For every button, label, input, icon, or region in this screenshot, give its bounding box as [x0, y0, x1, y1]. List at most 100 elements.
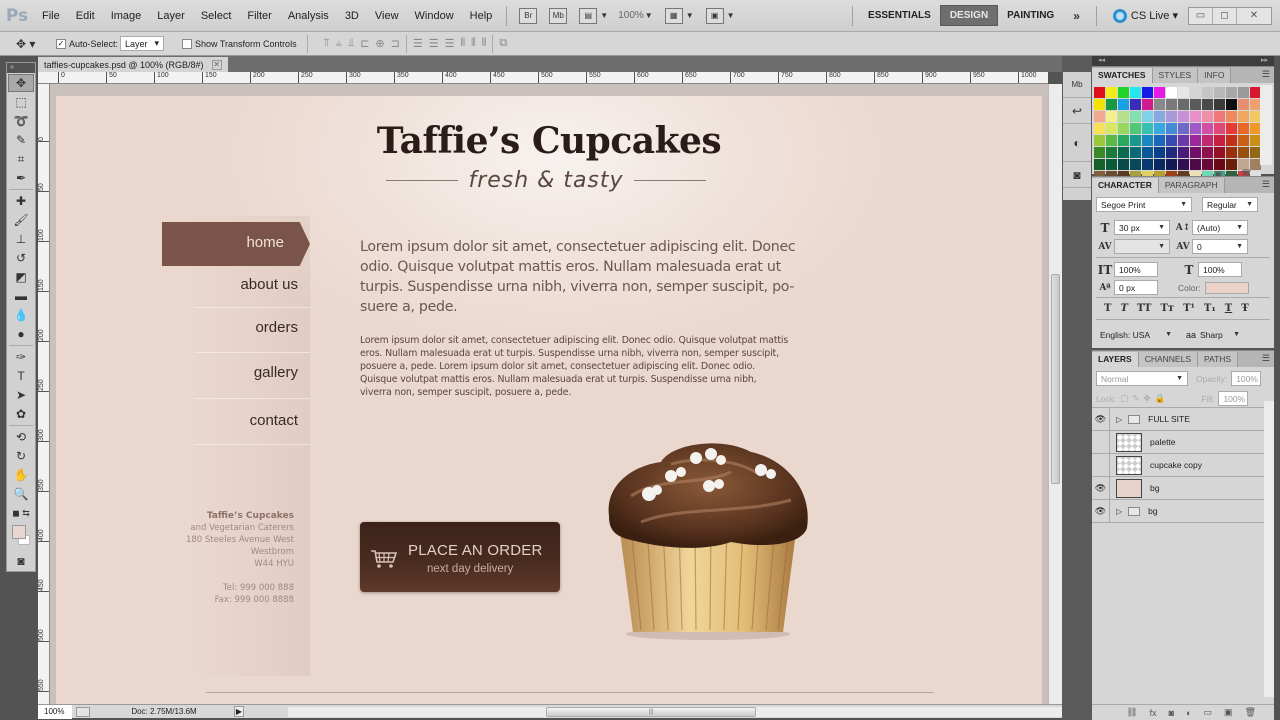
strikethrough-button[interactable]: Ŧ	[1241, 303, 1248, 314]
vertical-scroll-thumb[interactable]	[1051, 274, 1060, 484]
leading-input[interactable]: (Auto) ▼	[1192, 220, 1248, 235]
color-swatch[interactable]	[1130, 135, 1141, 146]
workspace-painting[interactable]: PAINTING	[998, 6, 1063, 25]
color-swatch[interactable]	[1142, 87, 1153, 98]
font-family-select[interactable]: Segoe Print ▼	[1096, 197, 1192, 212]
lock-transparent-icon[interactable]: ▢	[1120, 393, 1128, 404]
tools-panel-collapse[interactable]: »	[7, 63, 35, 73]
tab-layers[interactable]: LAYERS	[1092, 352, 1139, 367]
arrange-documents-button[interactable]: ▦	[664, 7, 683, 24]
panel-menu-icon[interactable]: ☰	[1262, 179, 1270, 190]
color-swatch[interactable]	[1118, 87, 1129, 98]
color-swatch[interactable]	[1238, 147, 1249, 158]
history-brush-tool-icon[interactable]: ↺	[8, 249, 34, 267]
font-size-input[interactable]: 30 px ▼	[1114, 220, 1170, 235]
3d-orbit-tool-icon[interactable]: ↻	[8, 447, 34, 465]
opacity-input[interactable]: 100%	[1231, 371, 1262, 386]
tab-paths[interactable]: PATHS	[1198, 352, 1239, 367]
panel-menu-icon[interactable]: ☰	[1262, 69, 1270, 80]
move-tool-preset-icon[interactable]: ✥ ▾	[16, 37, 48, 51]
distribute-hcenter-icon[interactable]: ⫴	[471, 37, 476, 50]
document-tab[interactable]: taffies-cupcakes.psd @ 100% (RGB/8#) ✕	[38, 57, 228, 72]
color-swatch[interactable]	[1094, 87, 1105, 98]
color-swatch[interactable]	[1106, 147, 1117, 158]
tab-channels[interactable]: CHANNELS	[1138, 352, 1198, 367]
color-swatch[interactable]	[1166, 111, 1177, 122]
color-swatch[interactable]	[1142, 135, 1153, 146]
color-swatch[interactable]	[1190, 87, 1201, 98]
color-swatch[interactable]	[1142, 99, 1153, 110]
add-mask-icon[interactable]: ◙	[1169, 708, 1174, 718]
chevron-down-icon[interactable]: ▼	[686, 11, 694, 20]
baseline-shift-input[interactable]: 0 px	[1114, 280, 1158, 295]
history-panel-icon[interactable]: ↩	[1063, 98, 1091, 124]
gradient-tool-icon[interactable]: ▬	[8, 287, 34, 305]
expand-group-icon[interactable]: ▷	[1116, 507, 1122, 516]
shape-tool-icon[interactable]: ✿	[8, 405, 34, 423]
workspace-design[interactable]: DESIGN	[939, 5, 999, 26]
color-swatch[interactable]	[1226, 123, 1237, 134]
color-swatch[interactable]	[1226, 99, 1237, 110]
faux-bold-button[interactable]: T	[1104, 303, 1111, 314]
color-swatch[interactable]	[1106, 87, 1117, 98]
quick-selection-tool-icon[interactable]: ✎	[8, 131, 34, 149]
color-swatch[interactable]	[1178, 123, 1189, 134]
menu-3d[interactable]: 3D	[337, 10, 367, 22]
color-swatch[interactable]	[1214, 99, 1225, 110]
lock-position-icon[interactable]: ✥	[1143, 393, 1150, 404]
view-extras-button[interactable]: ▤	[579, 7, 598, 24]
color-swatch[interactable]	[1130, 87, 1141, 98]
color-swatch[interactable]	[1154, 135, 1165, 146]
type-tool-icon[interactable]: T	[8, 367, 34, 385]
layers-scrollbar[interactable]	[1264, 401, 1274, 697]
close-icon[interactable]: ✕	[211, 59, 222, 70]
color-swatch[interactable]	[1130, 111, 1141, 122]
place-order-button[interactable]: PLACE AN ORDER next day delivery	[360, 522, 560, 592]
color-swatch[interactable]	[1202, 99, 1213, 110]
color-swatch[interactable]	[1142, 111, 1153, 122]
horizontal-ruler[interactable]: 0 50 100 150 200 250 300 350 400 450 500 550 600 650 7…	[38, 72, 1048, 84]
document-info-icon[interactable]	[76, 706, 90, 717]
cs-live-button[interactable]: CS Live ▾	[1103, 8, 1188, 23]
lock-pixels-icon[interactable]: ✎	[1132, 393, 1139, 404]
color-swatch[interactable]	[1190, 135, 1201, 146]
color-swatch[interactable]	[1178, 99, 1189, 110]
menu-image[interactable]: Image	[103, 10, 150, 22]
layer-row[interactable]: cupcake copy	[1092, 454, 1264, 477]
color-swatch[interactable]	[1142, 123, 1153, 134]
chevron-down-icon[interactable]: ▼	[727, 11, 735, 20]
align-bottom-icon[interactable]: ⫫	[348, 37, 354, 50]
eyedropper-tool-icon[interactable]: ✒	[8, 169, 34, 187]
minimize-button[interactable]: ▭	[1189, 7, 1213, 24]
horizontal-scale-input[interactable]: 100%	[1198, 262, 1242, 277]
fill-input[interactable]: 100%	[1218, 391, 1249, 406]
auto-align-layers-icon[interactable]: ⧉	[499, 37, 507, 50]
text-color-swatch[interactable]	[1204, 281, 1249, 294]
color-swatch[interactable]	[1106, 135, 1117, 146]
language-select[interactable]: English: USA ▼	[1096, 327, 1176, 342]
tab-paragraph[interactable]: PARAGRAPH	[1158, 178, 1225, 193]
layer-row[interactable]: 👁 ▷ FULL SITE	[1092, 408, 1264, 431]
color-swatch[interactable]	[1154, 99, 1165, 110]
crop-tool-icon[interactable]: ⌗	[8, 150, 34, 168]
color-swatch[interactable]	[1118, 99, 1129, 110]
eye-icon[interactable]: 👁	[1092, 477, 1110, 499]
menu-help[interactable]: Help	[462, 10, 501, 22]
color-swatch[interactable]	[1214, 87, 1225, 98]
color-swatch[interactable]	[1154, 147, 1165, 158]
color-swatch[interactable]	[1202, 111, 1213, 122]
kerning-input[interactable]: ▼	[1114, 239, 1170, 254]
color-swatch[interactable]	[1178, 111, 1189, 122]
color-swatch[interactable]	[1118, 135, 1129, 146]
tab-info[interactable]: INFO	[1198, 68, 1232, 83]
font-style-select[interactable]: Regular ▼	[1202, 197, 1258, 212]
auto-select-checkbox[interactable]: ✓ Auto-Select:	[56, 38, 118, 49]
mini-bridge-button[interactable]: Mb	[549, 7, 568, 24]
expand-group-icon[interactable]: ▷	[1116, 415, 1122, 424]
color-swatch[interactable]	[1142, 147, 1153, 158]
color-swatch[interactable]	[1130, 147, 1141, 158]
panel-menu-icon[interactable]: ☰	[1262, 353, 1270, 364]
adjustment-layer-icon[interactable]: ◐	[1186, 708, 1191, 718]
underline-button[interactable]: T	[1225, 303, 1232, 314]
align-left-icon[interactable]: ⊏	[360, 37, 369, 50]
